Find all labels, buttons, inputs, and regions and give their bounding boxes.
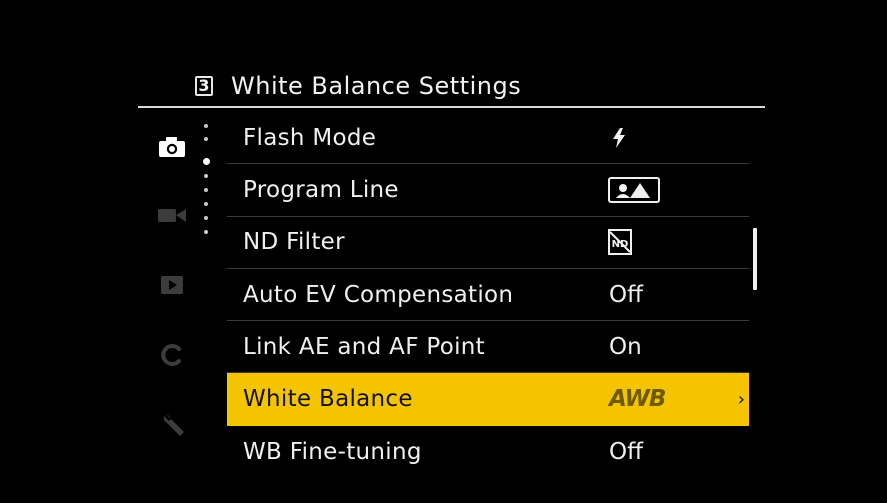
menu-item-value: ND xyxy=(608,229,632,256)
menu-item-label: Flash Mode xyxy=(243,124,377,151)
menu-item-value xyxy=(608,176,660,203)
menu-item-value: On xyxy=(609,333,642,360)
page-dot xyxy=(204,230,208,234)
nd-filter-off-icon: ND xyxy=(608,229,632,256)
camera-icon xyxy=(159,137,185,157)
flash-icon xyxy=(613,127,625,148)
page-dot xyxy=(204,202,208,206)
header-divider xyxy=(138,106,765,108)
menu-item-white-balance[interactable]: White Balance AWB › xyxy=(227,373,749,426)
menu-header: 3 White Balance Settings xyxy=(195,66,521,106)
menu-item-value: Off xyxy=(609,438,643,465)
page-dot xyxy=(204,124,208,128)
custom-tab[interactable] xyxy=(155,340,189,370)
menu-item-label: Auto EV Compensation xyxy=(243,281,514,308)
submenu-arrow-icon: › xyxy=(737,388,745,410)
menu-item-label: White Balance xyxy=(243,386,413,413)
page-dot xyxy=(204,174,208,178)
menu-item-label: WB Fine-tuning xyxy=(243,438,422,465)
menu-item-nd-filter[interactable]: ND Filter ND xyxy=(227,217,749,269)
menu-item-link-ae-af-point[interactable]: Link AE and AF Point On xyxy=(227,321,749,374)
page-dot xyxy=(204,137,208,141)
play-icon xyxy=(161,276,183,294)
menu-item-value: Off xyxy=(609,281,643,308)
menu-item-program-line[interactable]: Program Line xyxy=(227,164,749,217)
letter-c-icon xyxy=(161,344,181,366)
program-line-icon xyxy=(608,176,660,203)
menu-item-label: Link AE and AF Point xyxy=(243,333,485,360)
page-dot xyxy=(204,216,208,220)
camera-menu-screen: 3 White Balance Settings Flash Mode Prog… xyxy=(0,0,887,503)
setup-tab[interactable] xyxy=(157,407,191,441)
menu-list: Flash Mode Program Line ND Filter ND Aut… xyxy=(227,112,749,478)
scrollbar[interactable] xyxy=(753,228,757,290)
page-dot xyxy=(204,188,208,192)
menu-item-label: Program Line xyxy=(243,176,399,203)
playback-tab[interactable] xyxy=(155,272,189,298)
menu-item-value xyxy=(611,127,627,149)
menu-item-auto-ev-compensation[interactable]: Auto EV Compensation Off xyxy=(227,269,749,322)
menu-item-wb-fine-tuning[interactable]: WB Fine-tuning Off xyxy=(227,426,749,478)
movie-tab[interactable] xyxy=(155,202,189,228)
page-dot-active xyxy=(203,158,210,165)
video-camera-icon xyxy=(158,209,186,222)
menu-item-label: ND Filter xyxy=(243,229,345,256)
camera-tab[interactable] xyxy=(155,133,189,161)
menu-item-flash-mode[interactable]: Flash Mode xyxy=(227,112,749,165)
page-title: White Balance Settings xyxy=(231,72,522,100)
page-number-badge: 3 xyxy=(195,76,213,96)
wrench-icon xyxy=(163,414,184,436)
awb-icon: AWB xyxy=(609,386,666,413)
